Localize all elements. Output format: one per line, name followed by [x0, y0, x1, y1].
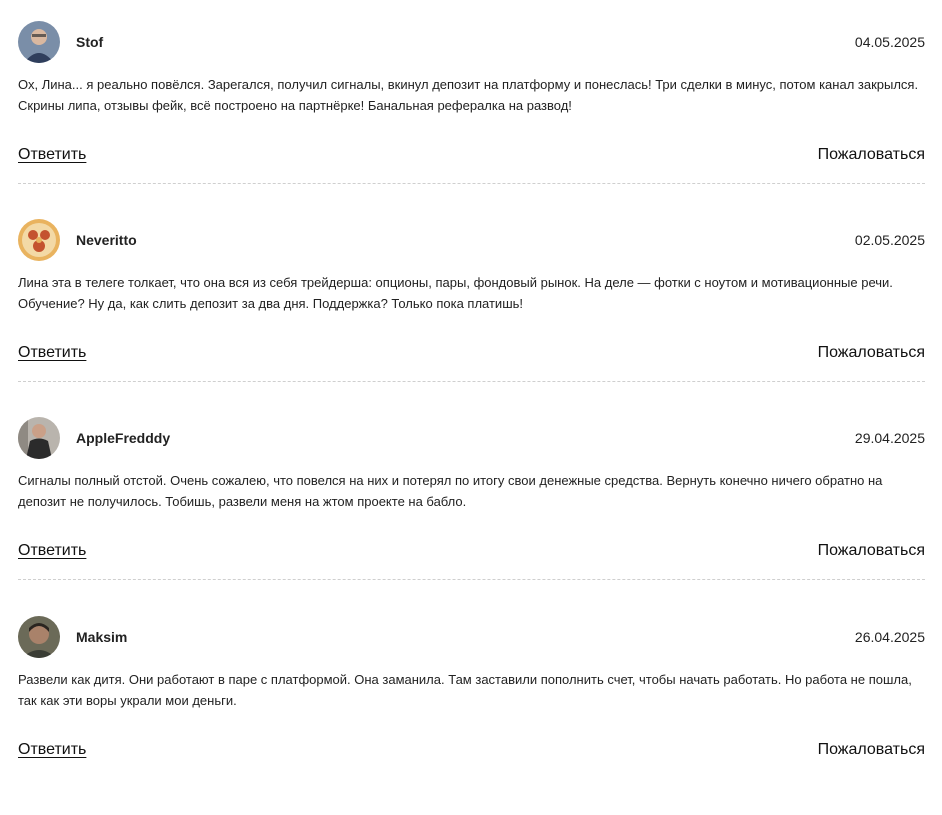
- comment-date: 29.04.2025: [854, 430, 925, 446]
- comment-text: Ох, Лина... я реально повёлся. Зарегался…: [18, 77, 919, 113]
- comment-text: Лина эта в телеге толкает, что она вся и…: [18, 275, 893, 311]
- comment-divider: [18, 183, 925, 184]
- comment-divider: [18, 381, 925, 382]
- comment-item: Maksim 26.04.2025 Развели как дитя. Они …: [18, 616, 925, 815]
- avatar[interactable]: [18, 219, 60, 261]
- user-avatar-icon: [18, 417, 60, 459]
- report-link[interactable]: Пожаловаться: [818, 741, 925, 759]
- comment-author: Maksim: [76, 629, 128, 645]
- report-link[interactable]: Пожаловаться: [818, 542, 925, 560]
- avatar[interactable]: [18, 616, 60, 658]
- report-link[interactable]: Пожаловаться: [818, 146, 925, 164]
- comment-author: Stof: [76, 34, 104, 50]
- report-link[interactable]: Пожаловаться: [818, 344, 925, 362]
- user-avatar-icon: [18, 616, 60, 658]
- reply-link[interactable]: Ответить: [18, 741, 86, 759]
- comment-text: Развели как дитя. Они работают в паре с …: [18, 672, 912, 708]
- comment-author: AppleFredddy: [76, 430, 171, 446]
- comments-list: Stof 04.05.2025 Ох, Лина... я реально по…: [0, 0, 942, 768]
- reply-link[interactable]: Ответить: [18, 146, 86, 164]
- avatar[interactable]: [18, 21, 60, 63]
- comment-item: Neveritto 02.05.2025 Лина эта в телеге т…: [18, 219, 925, 418]
- user-avatar-icon: [18, 21, 60, 63]
- user-avatar-icon: [18, 219, 60, 261]
- comment-text: Сигналы полный отстой. Очень сожалею, чт…: [18, 473, 883, 509]
- comment-divider: [18, 579, 925, 580]
- comment-date: 04.05.2025: [854, 34, 925, 50]
- reply-link[interactable]: Ответить: [18, 542, 86, 560]
- comment-date: 02.05.2025: [854, 232, 925, 248]
- comment-date: 26.04.2025: [854, 629, 925, 645]
- reply-link[interactable]: Ответить: [18, 344, 86, 362]
- comment-author: Neveritto: [76, 232, 137, 248]
- comment-item: AppleFredddy 29.04.2025 Сигналы полный о…: [18, 417, 925, 616]
- avatar[interactable]: [18, 417, 60, 459]
- comment-item: Stof 04.05.2025 Ох, Лина... я реально по…: [18, 21, 925, 220]
